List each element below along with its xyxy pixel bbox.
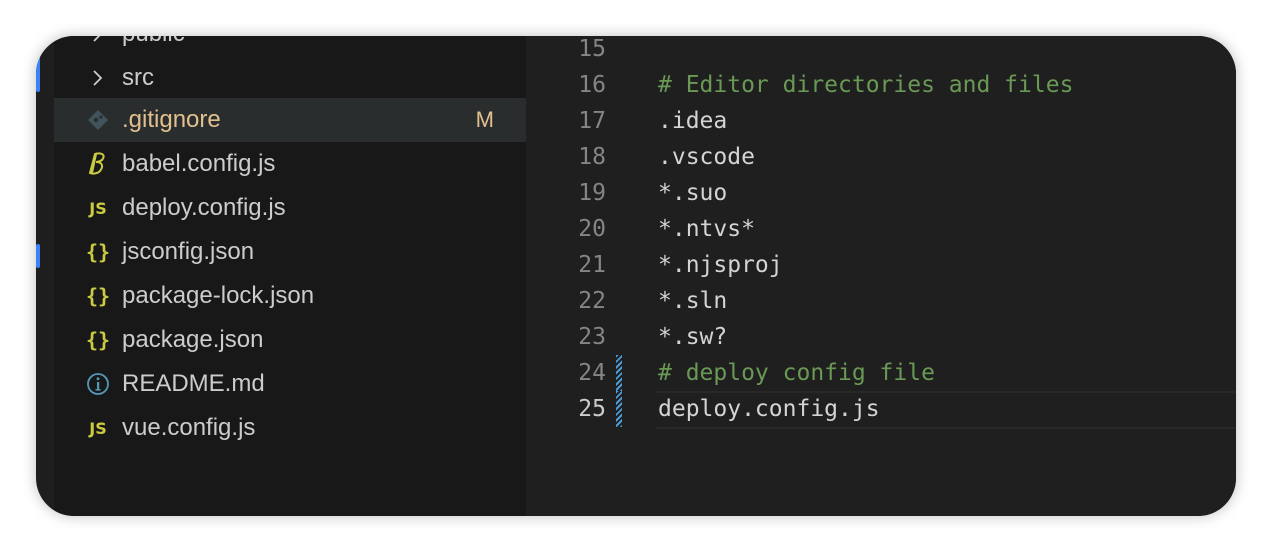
json-icon: {}: [85, 328, 111, 352]
tree-item-label: .gitignore: [122, 106, 221, 133]
modified-gutter-marker: [616, 391, 622, 427]
line-text: *.suo: [658, 180, 728, 206]
tree-item-public[interactable]: public: [54, 36, 526, 56]
line-text: *.ntvs*: [658, 216, 755, 242]
line-text: # deploy config file: [658, 360, 935, 386]
js-icon: JS: [89, 418, 107, 438]
code-line: 24 # deploy config file: [526, 355, 1236, 391]
tree-item-label: jsconfig.json: [122, 238, 255, 265]
line-number: 20: [578, 216, 606, 242]
code-line: 19 *.suo: [526, 175, 1236, 211]
activity-indicator-bottom: [36, 244, 40, 268]
modified-gutter-marker: [616, 355, 622, 391]
code-line: 22 *.sln: [526, 283, 1236, 319]
line-text: *.njsproj: [658, 252, 783, 278]
tree-item-label: deploy.config.js: [122, 194, 286, 221]
git-icon: [84, 98, 112, 142]
code-line: 17 .idea: [526, 103, 1236, 139]
line-text: *.sw?: [658, 324, 728, 350]
tree-item-gitignore[interactable]: .gitignore M: [54, 98, 526, 142]
tree-item-babel-config[interactable]: babel.config.js: [54, 142, 526, 186]
line-number: 24: [578, 360, 606, 386]
tree-item-label: README.md: [122, 370, 265, 397]
babel-icon: [84, 142, 112, 186]
code-line-current: 25 deploy.config.js: [526, 391, 1236, 429]
json-icon: {}: [85, 284, 111, 308]
tree-item-readme[interactable]: README.md: [54, 362, 526, 406]
code-line: 16 # Editor directories and files: [526, 67, 1236, 103]
modified-badge: M: [475, 107, 494, 132]
code-line: 15: [526, 36, 1236, 67]
explorer-sidebar: public src .gitignore M babel.config.js …: [54, 36, 526, 516]
tree-item-deploy-config[interactable]: JS deploy.config.js: [54, 186, 526, 230]
line-text: *.sln: [658, 288, 728, 314]
tree-item-label: package.json: [122, 326, 264, 353]
tree-item-src[interactable]: src: [54, 56, 526, 100]
tree-item-label: package-lock.json: [122, 282, 315, 309]
js-icon: JS: [89, 198, 107, 218]
tree-item-label: babel.config.js: [122, 150, 276, 177]
line-number: 16: [578, 72, 606, 98]
line-number: 21: [578, 252, 606, 278]
line-number: 18: [578, 144, 606, 170]
line-text: .vscode: [658, 144, 755, 170]
line-number: 23: [578, 324, 606, 350]
tree-item-package-lock[interactable]: {} package-lock.json: [54, 274, 526, 318]
activity-indicator-top: [36, 56, 40, 92]
line-number: 19: [578, 180, 606, 206]
chevron-right-icon: [84, 36, 112, 56]
tree-item-jsconfig[interactable]: {} jsconfig.json: [54, 230, 526, 274]
line-text: # Editor directories and files: [658, 72, 1074, 98]
tree-item-label: vue.config.js: [122, 414, 256, 441]
line-text: deploy.config.js: [658, 396, 880, 422]
json-icon: {}: [85, 240, 111, 264]
chevron-right-icon: [84, 56, 112, 100]
code-editor[interactable]: 15 16 # Editor directories and files 17 …: [526, 36, 1236, 516]
editor-window: public src .gitignore M babel.config.js …: [36, 36, 1236, 516]
info-icon: [84, 362, 112, 406]
code-line: 20 *.ntvs*: [526, 211, 1236, 247]
tree-item-label: src: [122, 64, 154, 91]
code-line: 21 *.njsproj: [526, 247, 1236, 283]
code-line: 23 *.sw?: [526, 319, 1236, 355]
line-text: .idea: [658, 108, 728, 134]
code-line: 18 .vscode: [526, 139, 1236, 175]
line-number: 22: [578, 288, 606, 314]
tree-item-package-json[interactable]: {} package.json: [54, 318, 526, 362]
tree-item-vue-config[interactable]: JS vue.config.js: [54, 406, 526, 450]
tree-item-label: public: [122, 36, 185, 48]
line-number: 17: [578, 108, 606, 134]
line-number: 25: [578, 396, 606, 422]
line-number: 15: [578, 36, 606, 62]
